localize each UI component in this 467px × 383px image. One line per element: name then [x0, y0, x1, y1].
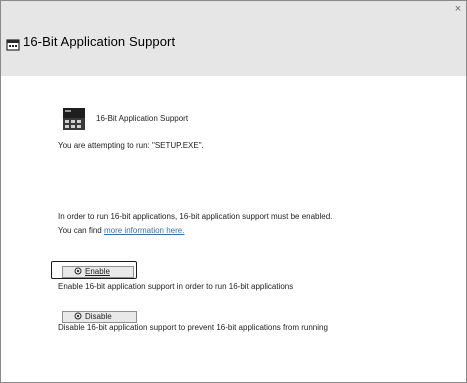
enable-description: Enable 16-bit application support in ord… [58, 282, 294, 291]
app-window-icon [6, 39, 20, 51]
shield-gear-icon [74, 312, 82, 320]
dialog-window: 16-Bit Application Support × 16-Bit Appl… [0, 0, 467, 383]
disable-description: Disable 16-bit application support to pr… [58, 323, 328, 332]
disable-button[interactable]: Disable [62, 311, 137, 323]
info-line: You can find more information here. [58, 226, 184, 235]
enable-button[interactable]: Enable [62, 266, 134, 278]
shield-gear-icon [74, 267, 82, 275]
attempt-message: You are attempting to run: "SETUP.EXE". [58, 141, 204, 150]
legacy-application-icon [63, 108, 85, 130]
disable-button-label: Disable [85, 312, 112, 321]
enable-button-label: Enable [85, 267, 110, 276]
window-title: 16-Bit Application Support [23, 34, 176, 49]
close-icon: × [454, 3, 462, 15]
requirement-message: In order to run 16-bit applications, 16-… [58, 212, 333, 221]
dialog-heading: 16-Bit Application Support [96, 114, 189, 123]
title-bar: 16-Bit Application Support × [1, 1, 466, 76]
more-info-link[interactable]: more information here. [104, 226, 184, 235]
close-button[interactable]: × [451, 2, 465, 16]
info-prefix: You can find [58, 226, 104, 235]
